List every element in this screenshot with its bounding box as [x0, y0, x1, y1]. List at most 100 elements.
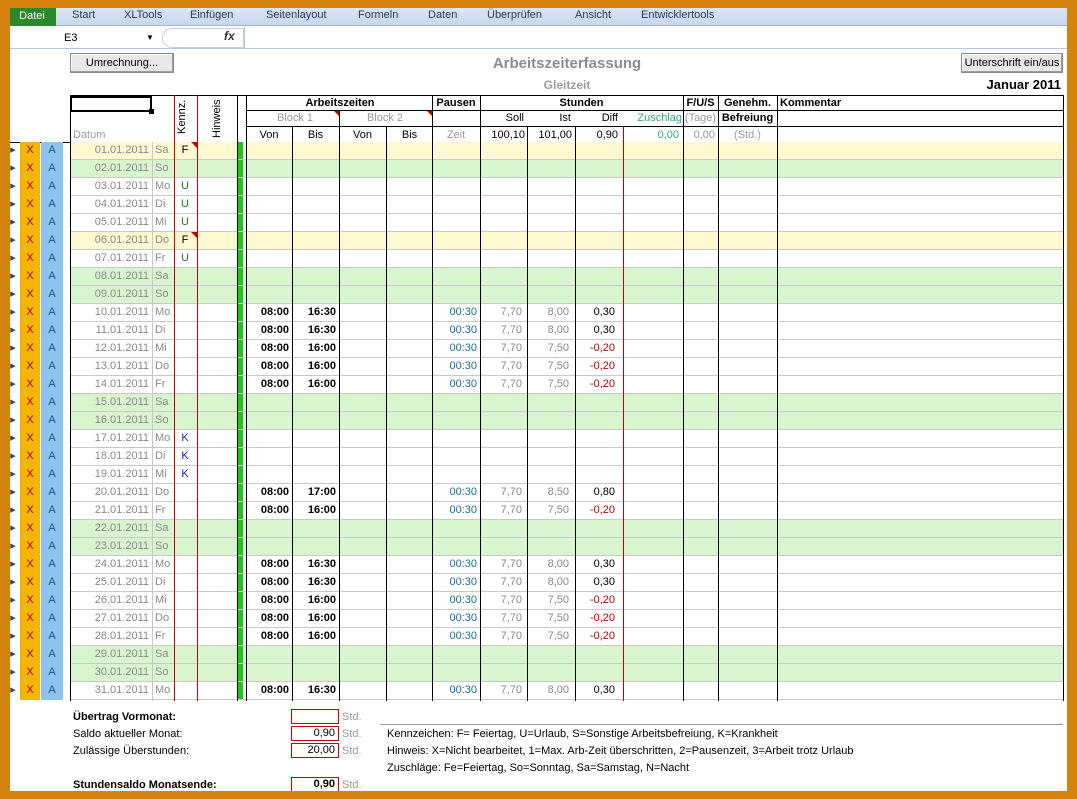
bis1-cell[interactable] [292, 286, 339, 304]
row-x-button[interactable]: X [20, 664, 40, 682]
von1-cell[interactable] [246, 286, 292, 304]
von1-cell[interactable] [246, 214, 292, 232]
von1-cell[interactable] [246, 268, 292, 286]
bis2-cell[interactable] [386, 358, 433, 376]
fus-cell[interactable] [683, 142, 718, 160]
kommentar-cell[interactable] [777, 502, 1063, 520]
row-expand-icon[interactable]: ▸ [10, 322, 18, 340]
pause-cell[interactable]: 00:30 [432, 682, 480, 700]
von2-cell[interactable] [339, 412, 386, 430]
row-expand-icon[interactable]: ▸ [10, 376, 18, 394]
kennz-cell[interactable] [174, 394, 196, 412]
row-a-button[interactable]: A [41, 178, 63, 196]
row-x-button[interactable]: X [20, 412, 40, 430]
row-a-button[interactable]: A [41, 538, 63, 556]
bis1-cell[interactable] [292, 214, 339, 232]
von2-cell[interactable] [339, 160, 386, 178]
zulaessig-input[interactable]: 20,00 [291, 743, 339, 758]
tab-view[interactable]: Ansicht [575, 9, 611, 21]
row-expand-icon[interactable]: ▸ [10, 646, 18, 664]
bis2-cell[interactable] [386, 592, 433, 610]
von1-cell[interactable]: 08:00 [246, 304, 292, 322]
bis1-cell[interactable] [292, 448, 339, 466]
bis1-cell[interactable]: 16:00 [292, 502, 339, 520]
bis1-cell[interactable] [292, 412, 339, 430]
pause-cell[interactable]: 00:30 [432, 304, 480, 322]
von2-cell[interactable] [339, 142, 386, 160]
row-expand-icon[interactable]: ▸ [10, 178, 18, 196]
von1-cell[interactable] [246, 520, 292, 538]
fus-cell[interactable] [683, 520, 718, 538]
row-x-button[interactable]: X [20, 340, 40, 358]
von1-cell[interactable]: 08:00 [246, 322, 292, 340]
bis1-cell[interactable]: 16:30 [292, 304, 339, 322]
kennz-cell[interactable] [174, 682, 196, 700]
von2-cell[interactable] [339, 682, 386, 700]
row-a-button[interactable]: A [41, 592, 63, 610]
bis1-cell[interactable] [292, 196, 339, 214]
kennz-cell[interactable] [174, 376, 196, 394]
row-a-button[interactable]: A [41, 376, 63, 394]
von1-cell[interactable] [246, 412, 292, 430]
befreiung-cell[interactable] [718, 196, 777, 214]
row-expand-icon[interactable]: ▸ [10, 412, 18, 430]
von2-cell[interactable] [339, 286, 386, 304]
row-x-button[interactable]: X [20, 196, 40, 214]
von1-cell[interactable] [246, 196, 292, 214]
bis2-cell[interactable] [386, 322, 433, 340]
fus-cell[interactable] [683, 556, 718, 574]
row-expand-icon[interactable]: ▸ [10, 430, 18, 448]
kommentar-cell[interactable] [777, 250, 1063, 268]
row-x-button[interactable]: X [20, 178, 40, 196]
row-expand-icon[interactable]: ▸ [10, 556, 18, 574]
fus-cell[interactable] [683, 574, 718, 592]
bis2-cell[interactable] [386, 628, 433, 646]
kennz-cell[interactable] [174, 610, 196, 628]
bis2-cell[interactable] [386, 250, 433, 268]
fus-cell[interactable] [683, 412, 718, 430]
kennz-cell[interactable]: U [174, 250, 196, 268]
kennz-cell[interactable] [174, 358, 196, 376]
kennz-cell[interactable] [174, 286, 196, 304]
bis2-cell[interactable] [386, 664, 433, 682]
von1-cell[interactable]: 08:00 [246, 574, 292, 592]
pause-cell[interactable] [432, 520, 480, 538]
kennz-cell[interactable] [174, 556, 196, 574]
von1-cell[interactable]: 08:00 [246, 340, 292, 358]
row-expand-icon[interactable]: ▸ [10, 160, 18, 178]
bis2-cell[interactable] [386, 466, 433, 484]
befreiung-cell[interactable] [718, 412, 777, 430]
row-expand-icon[interactable]: ▸ [10, 538, 18, 556]
row-x-button[interactable]: X [20, 142, 40, 160]
fus-cell[interactable] [683, 664, 718, 682]
pause-cell[interactable] [432, 286, 480, 304]
fus-cell[interactable] [683, 592, 718, 610]
von2-cell[interactable] [339, 466, 386, 484]
von2-cell[interactable] [339, 520, 386, 538]
row-expand-icon[interactable]: ▸ [10, 214, 18, 232]
bis2-cell[interactable] [386, 574, 433, 592]
pause-cell[interactable]: 00:30 [432, 358, 480, 376]
von1-cell[interactable] [246, 394, 292, 412]
bis1-cell[interactable] [292, 232, 339, 250]
fus-cell[interactable] [683, 214, 718, 232]
fus-cell[interactable] [683, 448, 718, 466]
von2-cell[interactable] [339, 340, 386, 358]
von2-cell[interactable] [339, 322, 386, 340]
kennz-cell[interactable] [174, 538, 196, 556]
kommentar-cell[interactable] [777, 160, 1063, 178]
bis1-cell[interactable] [292, 394, 339, 412]
row-x-button[interactable]: X [20, 160, 40, 178]
row-x-button[interactable]: X [20, 250, 40, 268]
kommentar-cell[interactable] [777, 196, 1063, 214]
kennz-cell[interactable] [174, 484, 196, 502]
tab-xltools[interactable]: XLTools [124, 9, 162, 21]
fus-cell[interactable] [683, 376, 718, 394]
row-a-button[interactable]: A [41, 394, 63, 412]
tab-start[interactable]: Start [72, 9, 95, 21]
pause-cell[interactable] [432, 448, 480, 466]
row-expand-icon[interactable]: ▸ [10, 304, 18, 322]
pause-cell[interactable] [432, 142, 480, 160]
von1-cell[interactable] [246, 538, 292, 556]
pause-cell[interactable] [432, 214, 480, 232]
